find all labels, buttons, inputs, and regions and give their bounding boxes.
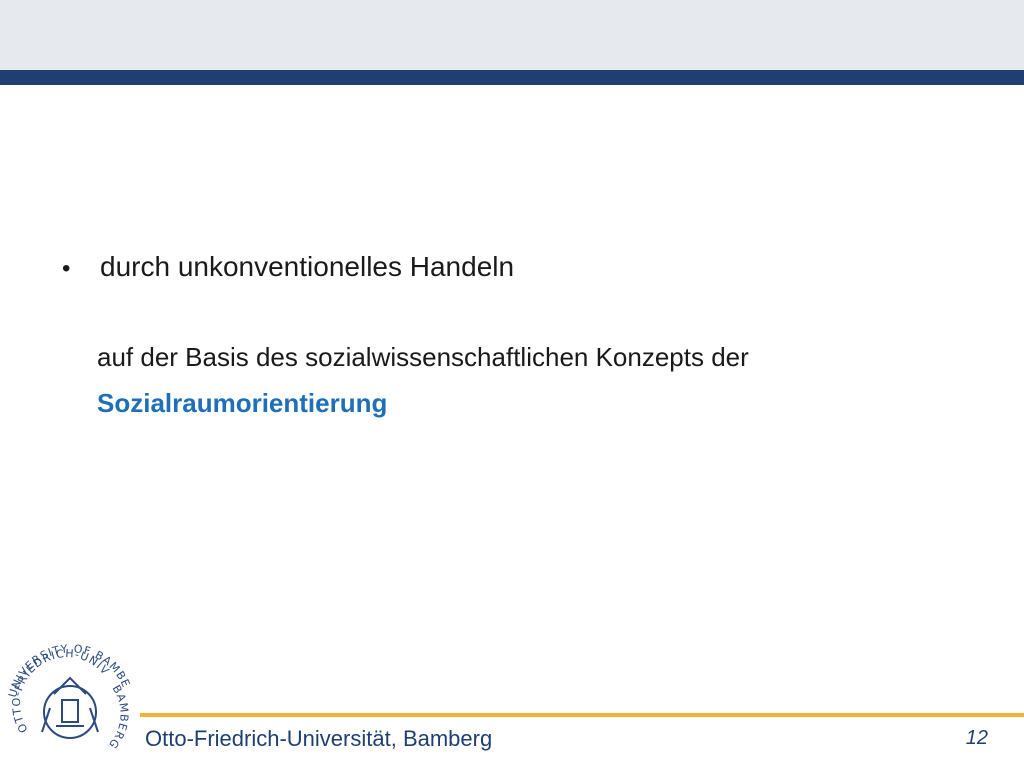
- highlighted-term: Sozialraumorientierung: [97, 388, 388, 418]
- bullet-symbol: •: [62, 255, 71, 282]
- bullet-text: durch unkonventionelles Handeln: [100, 251, 515, 282]
- bullet-item: • durch unkonventionelles Handeln: [62, 251, 514, 283]
- seal-icon: OTTO-FRIEDRICH-UNIVERSITÄT UNIVERSITY OF…: [1, 628, 132, 752]
- page-number: 12: [965, 727, 988, 749]
- slide-body: • durch unkonventionelles Handeln auf de…: [0, 85, 1024, 713]
- seal-right-text: BAMBERG: [106, 683, 131, 752]
- header-bar: [0, 70, 1024, 85]
- university-seal: OTTO-FRIEDRICH-UNIVERSITÄT UNIVERSITY OF…: [1, 628, 134, 766]
- footer-institution: Otto-Friedrich-Universität, Bamberg: [145, 726, 493, 751]
- footer-rule: [140, 713, 1024, 717]
- header-band: [0, 0, 1024, 70]
- seal-figure: [41, 676, 99, 739]
- body-line: auf der Basis des sozialwissenschaftlich…: [97, 342, 749, 372]
